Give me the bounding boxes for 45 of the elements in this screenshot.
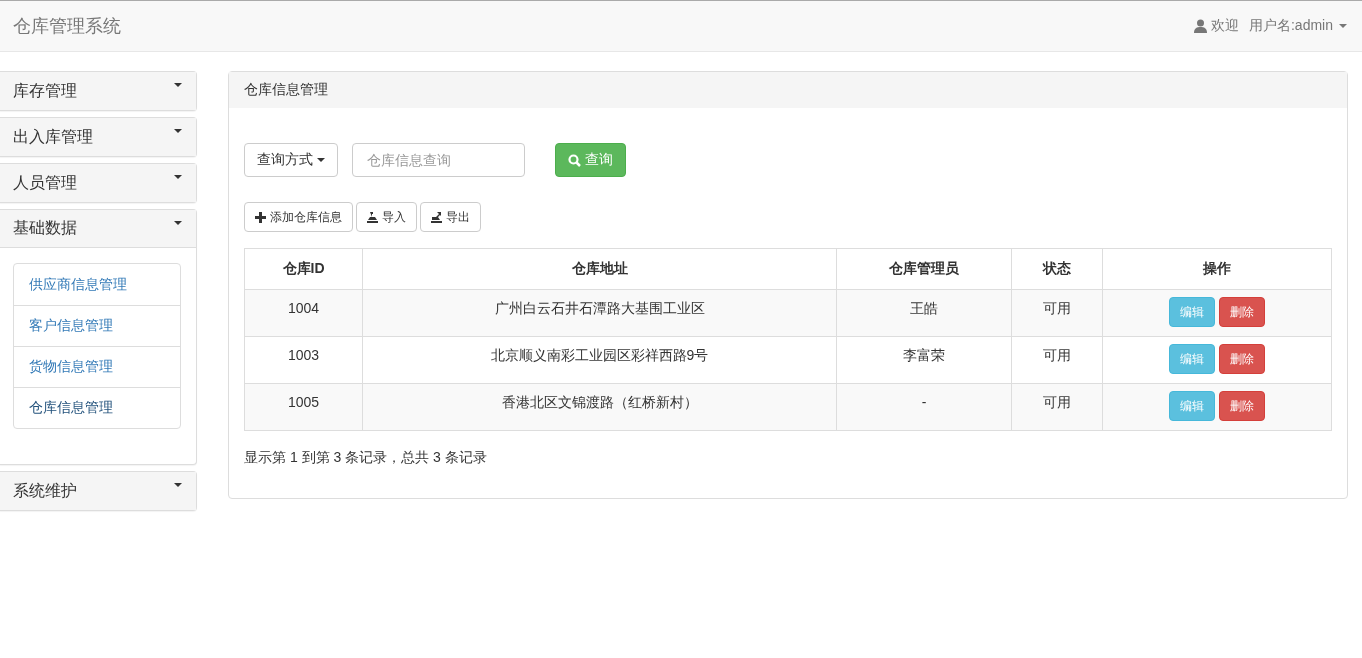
user-icon — [1193, 19, 1207, 33]
sidebar-panel-header[interactable]: 基础数据 — [0, 210, 196, 248]
column-header: 仓库ID — [244, 248, 363, 290]
column-header: 仓库管理员 — [836, 248, 1012, 290]
sidebar-panel-header[interactable]: 库存管理 — [0, 72, 196, 110]
stamp-icon — [431, 211, 442, 223]
table-cell: 王皓 — [836, 289, 1012, 337]
sidebar-panel-header[interactable]: 人员管理 — [0, 164, 196, 202]
column-header: 操作 — [1102, 248, 1332, 290]
sidebar-panel-header[interactable]: 系统维护 — [0, 472, 196, 510]
pagination-info: 显示第 1 到第 3 条记录，总共 3 条记录 — [244, 449, 488, 467]
brand-title[interactable]: 仓库管理系统 — [13, 14, 121, 38]
panel-title: 仓库信息管理 — [229, 72, 1347, 108]
table-cell: 香港北区文锦渡路（红桥新村） — [362, 383, 837, 431]
search-field[interactable]: 仓库信息查询 — [352, 143, 525, 177]
search-icon — [568, 153, 581, 167]
search-button[interactable]: 查询 — [555, 143, 626, 177]
table-cell: 可用 — [1011, 336, 1103, 384]
table-cell: 1004 — [244, 289, 363, 337]
table-cell: 可用 — [1011, 289, 1103, 337]
delete-button[interactable]: 删除 — [1219, 344, 1265, 374]
submenu-item[interactable]: 货物信息管理 — [14, 346, 180, 387]
delete-button[interactable]: 删除 — [1219, 391, 1265, 421]
plus-icon — [255, 211, 266, 223]
table-cell: 1003 — [244, 336, 363, 384]
user-menu[interactable]: 用户名:admin — [1248, 17, 1347, 35]
stamp-icon — [367, 211, 378, 223]
table-cell: 可用 — [1011, 383, 1103, 431]
table-cell: - — [836, 383, 1012, 431]
table-cell: 广州白云石井石潭路大基围工业区 — [362, 289, 837, 337]
submenu-item[interactable]: 客户信息管理 — [14, 305, 180, 346]
toolbar-button[interactable]: 添加仓库信息 — [244, 202, 353, 232]
sidebar-panel-header[interactable]: 出入库管理 — [0, 118, 196, 156]
submenu-item[interactable]: 仓库信息管理 — [14, 387, 180, 428]
table-cell: 李富荣 — [836, 336, 1012, 384]
toolbar-button[interactable]: 导出 — [420, 202, 481, 232]
welcome-text: 欢迎 — [1210, 17, 1239, 35]
query-mode-dropdown[interactable]: 查询方式 — [244, 143, 338, 177]
table-cell: 北京顺义南彩工业园区彩祥西路9号 — [362, 336, 837, 384]
table-cell: 1005 — [244, 383, 363, 431]
delete-button[interactable]: 删除 — [1219, 297, 1265, 327]
column-header: 状态 — [1011, 248, 1103, 290]
column-header: 仓库地址 — [362, 248, 837, 290]
submenu-item[interactable]: 供应商信息管理 — [14, 264, 180, 305]
toolbar-button[interactable]: 导入 — [356, 202, 417, 232]
